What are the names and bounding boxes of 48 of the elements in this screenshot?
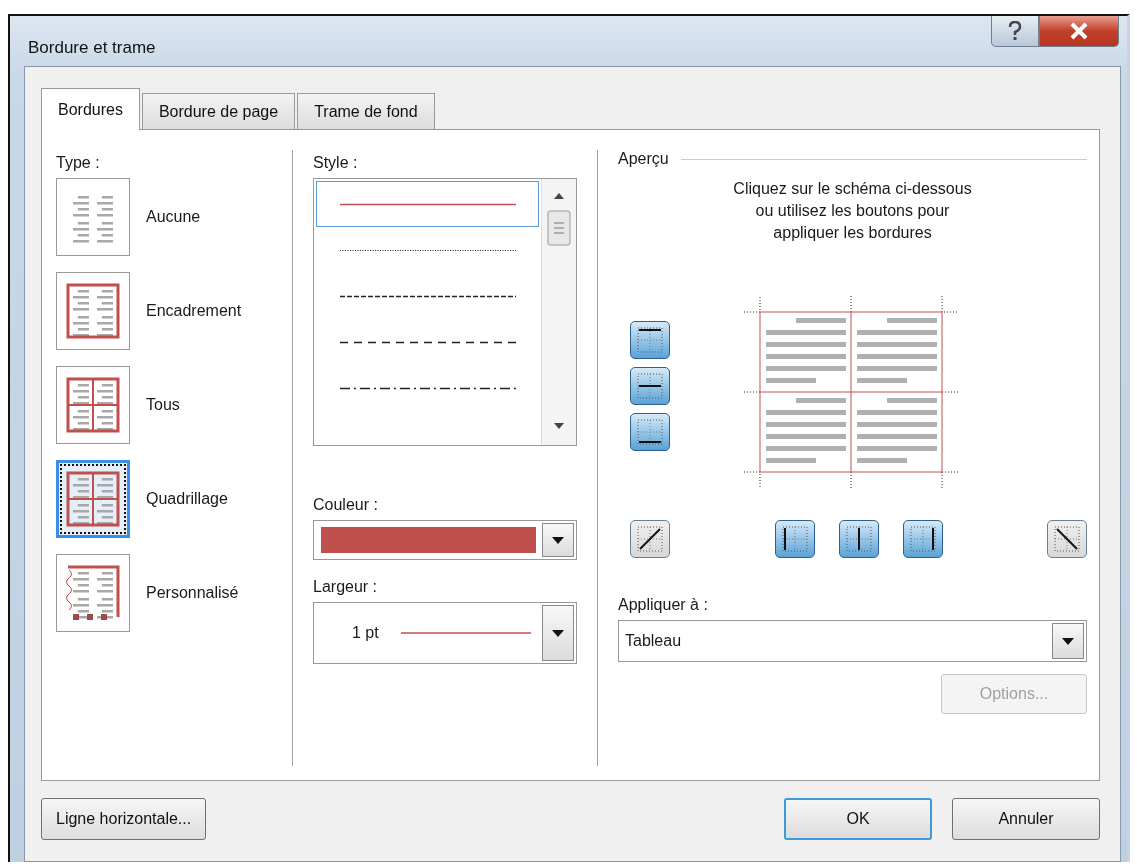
color-dropdown[interactable] [313, 520, 577, 560]
border-type-label: Tous [146, 396, 180, 414]
apply-to-value: Tableau [624, 631, 683, 651]
top-border-button[interactable] [630, 321, 670, 359]
line-style-option[interactable] [316, 181, 539, 227]
border-type-button[interactable] [56, 460, 130, 538]
inside-horizontal-border-button[interactable] [630, 367, 670, 405]
tab[interactable]: Bordure de page [141, 93, 296, 129]
left-border-button[interactable] [774, 520, 815, 558]
close-icon [1069, 22, 1089, 40]
help-icon [1008, 21, 1022, 41]
line-style-icon [339, 294, 516, 298]
width-dropdown[interactable]: 1 pt [313, 602, 577, 664]
apply-to-dropdown[interactable]: Tableau [618, 620, 1087, 662]
type-label: Type : [56, 154, 100, 172]
line-style-icon [339, 340, 516, 344]
apply-to-label: Appliquer à : [618, 596, 708, 614]
help-button[interactable] [991, 16, 1039, 47]
border-type-label: Encadrement [146, 302, 242, 320]
line-style-icon [339, 386, 516, 390]
window-title: Bordure et trame [28, 38, 156, 58]
horizontal-line-button[interactable]: Ligne horizontale... [41, 798, 207, 840]
inside-vertical-border-button[interactable] [838, 520, 879, 558]
preview-instructions: Cliquez sur le schéma ci-dessous ou utilisez les boutons pour appliquer les bordures [732, 179, 973, 243]
close-button[interactable] [1039, 16, 1119, 47]
right-border-button[interactable] [902, 520, 943, 558]
preview-heading: Aperçu [618, 150, 669, 168]
dropdown-arrow-icon [552, 629, 564, 637]
border-type-label: Personnalisé [146, 584, 239, 602]
dropdown-arrow-icon [552, 536, 564, 544]
dropdown-arrow-icon [1062, 637, 1074, 645]
tab[interactable]: Bordures [41, 88, 140, 130]
cancel-button[interactable]: Annuler [952, 798, 1100, 840]
diagonal-up-border-button[interactable] [630, 520, 670, 558]
bottom-border-button[interactable] [630, 413, 670, 451]
border-type-label: Aucune [146, 208, 201, 226]
diagonal-down-border-button[interactable] [1047, 520, 1087, 558]
ok-button[interactable]: OK [784, 798, 932, 840]
width-value: 1 pt [352, 624, 379, 642]
border-type-label: Quadrillage [146, 490, 228, 508]
width-label: Largeur : [313, 578, 378, 596]
style-label: Style : [313, 154, 358, 172]
line-style-icon [339, 202, 516, 206]
tab[interactable]: Trame de fond [297, 93, 435, 129]
line-style-icon [339, 248, 516, 252]
line-style-list[interactable] [313, 178, 577, 446]
color-label: Couleur : [313, 496, 378, 514]
line-sample-icon [400, 632, 531, 634]
